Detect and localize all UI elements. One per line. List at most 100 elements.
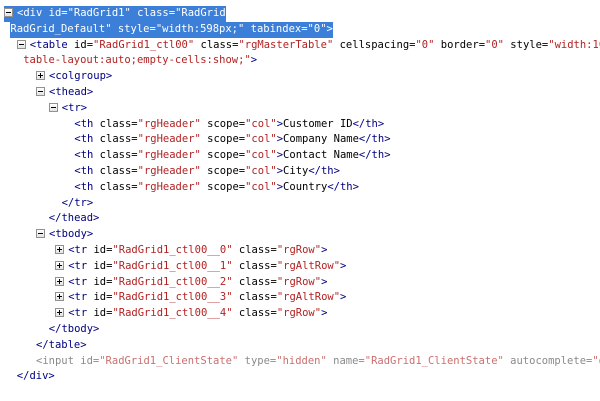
tree-node-line[interactable]: </table> [36, 338, 87, 354]
collapse-toggle-icon[interactable] [4, 8, 13, 17]
expand-toggle-icon[interactable] [55, 308, 65, 318]
tree-node-line[interactable]: <tr> [48, 101, 88, 117]
collapse-toggle-icon[interactable] [36, 229, 45, 239]
tree-node-line[interactable]: </div> [17, 369, 55, 385]
tree-node-line[interactable]: <table id="RadGrid1_ctl00" class="rgMast… [16, 38, 600, 54]
expand-toggle-icon[interactable] [55, 292, 65, 302]
expand-toggle-icon[interactable] [55, 245, 65, 254]
markup-token: </th> [358, 133, 391, 146]
expand-toggle-icon[interactable] [36, 71, 45, 81]
tree-node-line[interactable]: <tr id="RadGrid1_ctl00__0" class="rgRow"… [55, 243, 327, 259]
markup-token: class= [93, 180, 138, 193]
tree-node-line[interactable]: RadGrid_Default" style="width:598px;" ta… [10, 21, 333, 38]
markup-token: <th [74, 117, 94, 130]
tree-node-line[interactable]: <input id="RadGrid1_ClientState" type="h… [36, 354, 600, 370]
markup-token: </table> [36, 338, 87, 351]
markup-token: </th> [358, 149, 391, 162]
tree-node-line[interactable]: <tr id="RadGrid1_ctl00__1" class="rgAltR… [55, 259, 346, 275]
markup-token: class= [232, 275, 277, 288]
markup-token: type= [238, 354, 277, 367]
tree-node-line[interactable]: </thead> [49, 211, 100, 227]
markup-token: "rgAltRow" [276, 259, 341, 272]
markup-token: class= [130, 7, 176, 19]
markup-token: </tbody> [48, 323, 100, 335]
markup-token: "hidden" [276, 354, 327, 367]
expand-toggle-icon[interactable] [55, 276, 65, 286]
markup-token: <th [74, 165, 94, 177]
markup-token: <div [17, 7, 43, 19]
markup-token: class= [232, 291, 277, 304]
tree-node-line[interactable]: <th class="rgHeader" scope="col">City</t… [74, 164, 340, 180]
markup-token: style= [503, 38, 549, 51]
markup-token: > [321, 275, 328, 288]
markup-token: "0" [485, 38, 504, 51]
markup-token: "width:598px;" [155, 22, 245, 35]
markup-token: City [283, 165, 309, 177]
markup-token: "0" [307, 22, 327, 35]
tree-node-line[interactable]: <colgroup> [36, 69, 112, 85]
markup-token: > [250, 54, 258, 67]
markup-token: "off" [592, 354, 600, 367]
tree-node-line[interactable]: <tr id="RadGrid1_ctl00__4" class="rgRow"… [55, 306, 327, 322]
expand-toggle-icon[interactable] [55, 260, 65, 270]
markup-token: "col" [245, 133, 277, 146]
markup-token: "RadGrid1_ctl00__1" [112, 259, 233, 272]
tree-node-line[interactable]: <th class="rgHeader" scope="col">Country… [74, 180, 359, 196]
markup-token: "RadGrid1_ctl00__3" [112, 291, 233, 304]
markup-token: class= [194, 38, 239, 51]
markup-token: "RadGrid1_ctl00__2" [112, 275, 233, 288]
markup-token: "col" [245, 165, 277, 177]
markup-token: <tbody> [49, 228, 94, 241]
markup-token: "rgHeader" [137, 180, 201, 193]
markup-token: <tr [68, 259, 88, 272]
tree-node-line[interactable]: table-layout:auto;empty-cells:show;"> [23, 53, 257, 69]
collapse-toggle-icon[interactable] [36, 87, 45, 96]
markup-token: class= [232, 244, 277, 256]
markup-token: id= [67, 38, 94, 51]
tree-node-line[interactable]: <tbody> [36, 227, 93, 243]
markup-token: "RadGrid1_ctl00__4" [112, 307, 233, 320]
markup-token: table-layout:auto;empty-cells:show;" [23, 54, 251, 67]
tree-node-line[interactable]: <tr id="RadGrid1_ctl00__2" class="rgRow"… [55, 275, 327, 291]
markup-token: id= [87, 275, 113, 288]
markup-token: cellspacing= [333, 38, 416, 51]
markup-token: "RadGrid1_ctl00" [93, 38, 195, 51]
markup-token: > [340, 291, 347, 304]
markup-token: <tr [68, 244, 88, 256]
markup-token: > [340, 259, 347, 272]
markup-token: <th [74, 180, 94, 193]
tree-node-line[interactable]: <th class="rgHeader" scope="col">Custome… [74, 117, 384, 133]
markup-token: border= [434, 38, 486, 51]
markup-token: scope= [200, 117, 246, 130]
markup-token: id= [87, 307, 113, 320]
markup-token: "rgHeader" [137, 165, 201, 177]
markup-token: > [321, 307, 328, 320]
markup-token: "rgRow" [276, 244, 322, 256]
tree-node-line[interactable]: <tr id="RadGrid1_ctl00__3" class="rgAltR… [55, 290, 346, 306]
tree-node-line[interactable]: </tbody> [49, 322, 100, 338]
markup-token: "col" [245, 180, 277, 193]
markup-token: tabindex= [244, 22, 308, 35]
markup-token: "RadGrid1" [67, 7, 131, 19]
markup-token: "col" [245, 149, 277, 162]
tree-node-line[interactable]: <th class="rgHeader" scope="col">Contact… [74, 148, 390, 164]
markup-token: <thead> [49, 86, 94, 98]
tree-node-line[interactable]: <div id="RadGrid1" class="RadGrid [4, 6, 226, 22]
markup-token: scope= [200, 180, 246, 193]
tree-node-line[interactable]: <th class="rgHeader" scope="col">Company… [74, 132, 390, 148]
html-tree-view[interactable]: <div id="RadGrid1" class="RadGrid RadGrid… [0, 0, 600, 401]
markup-token: "RadGrid1_ClientState" [364, 354, 504, 367]
markup-token: <tr [68, 307, 88, 320]
collapse-toggle-icon[interactable] [48, 102, 58, 112]
markup-token: "0" [415, 38, 435, 51]
markup-token: Contact Name [283, 149, 359, 162]
markup-token: id= [73, 354, 100, 367]
markup-token: "rgRow" [276, 275, 322, 288]
markup-token: </th> [327, 180, 359, 193]
tree-node-line[interactable]: </tr> [62, 196, 94, 212]
markup-token: scope= [200, 133, 246, 146]
collapse-toggle-icon[interactable] [16, 39, 26, 49]
tree-node-line[interactable]: <thead> [36, 85, 93, 101]
markup-token: <tr> [61, 101, 88, 114]
markup-token: autocomplete= [503, 354, 593, 367]
